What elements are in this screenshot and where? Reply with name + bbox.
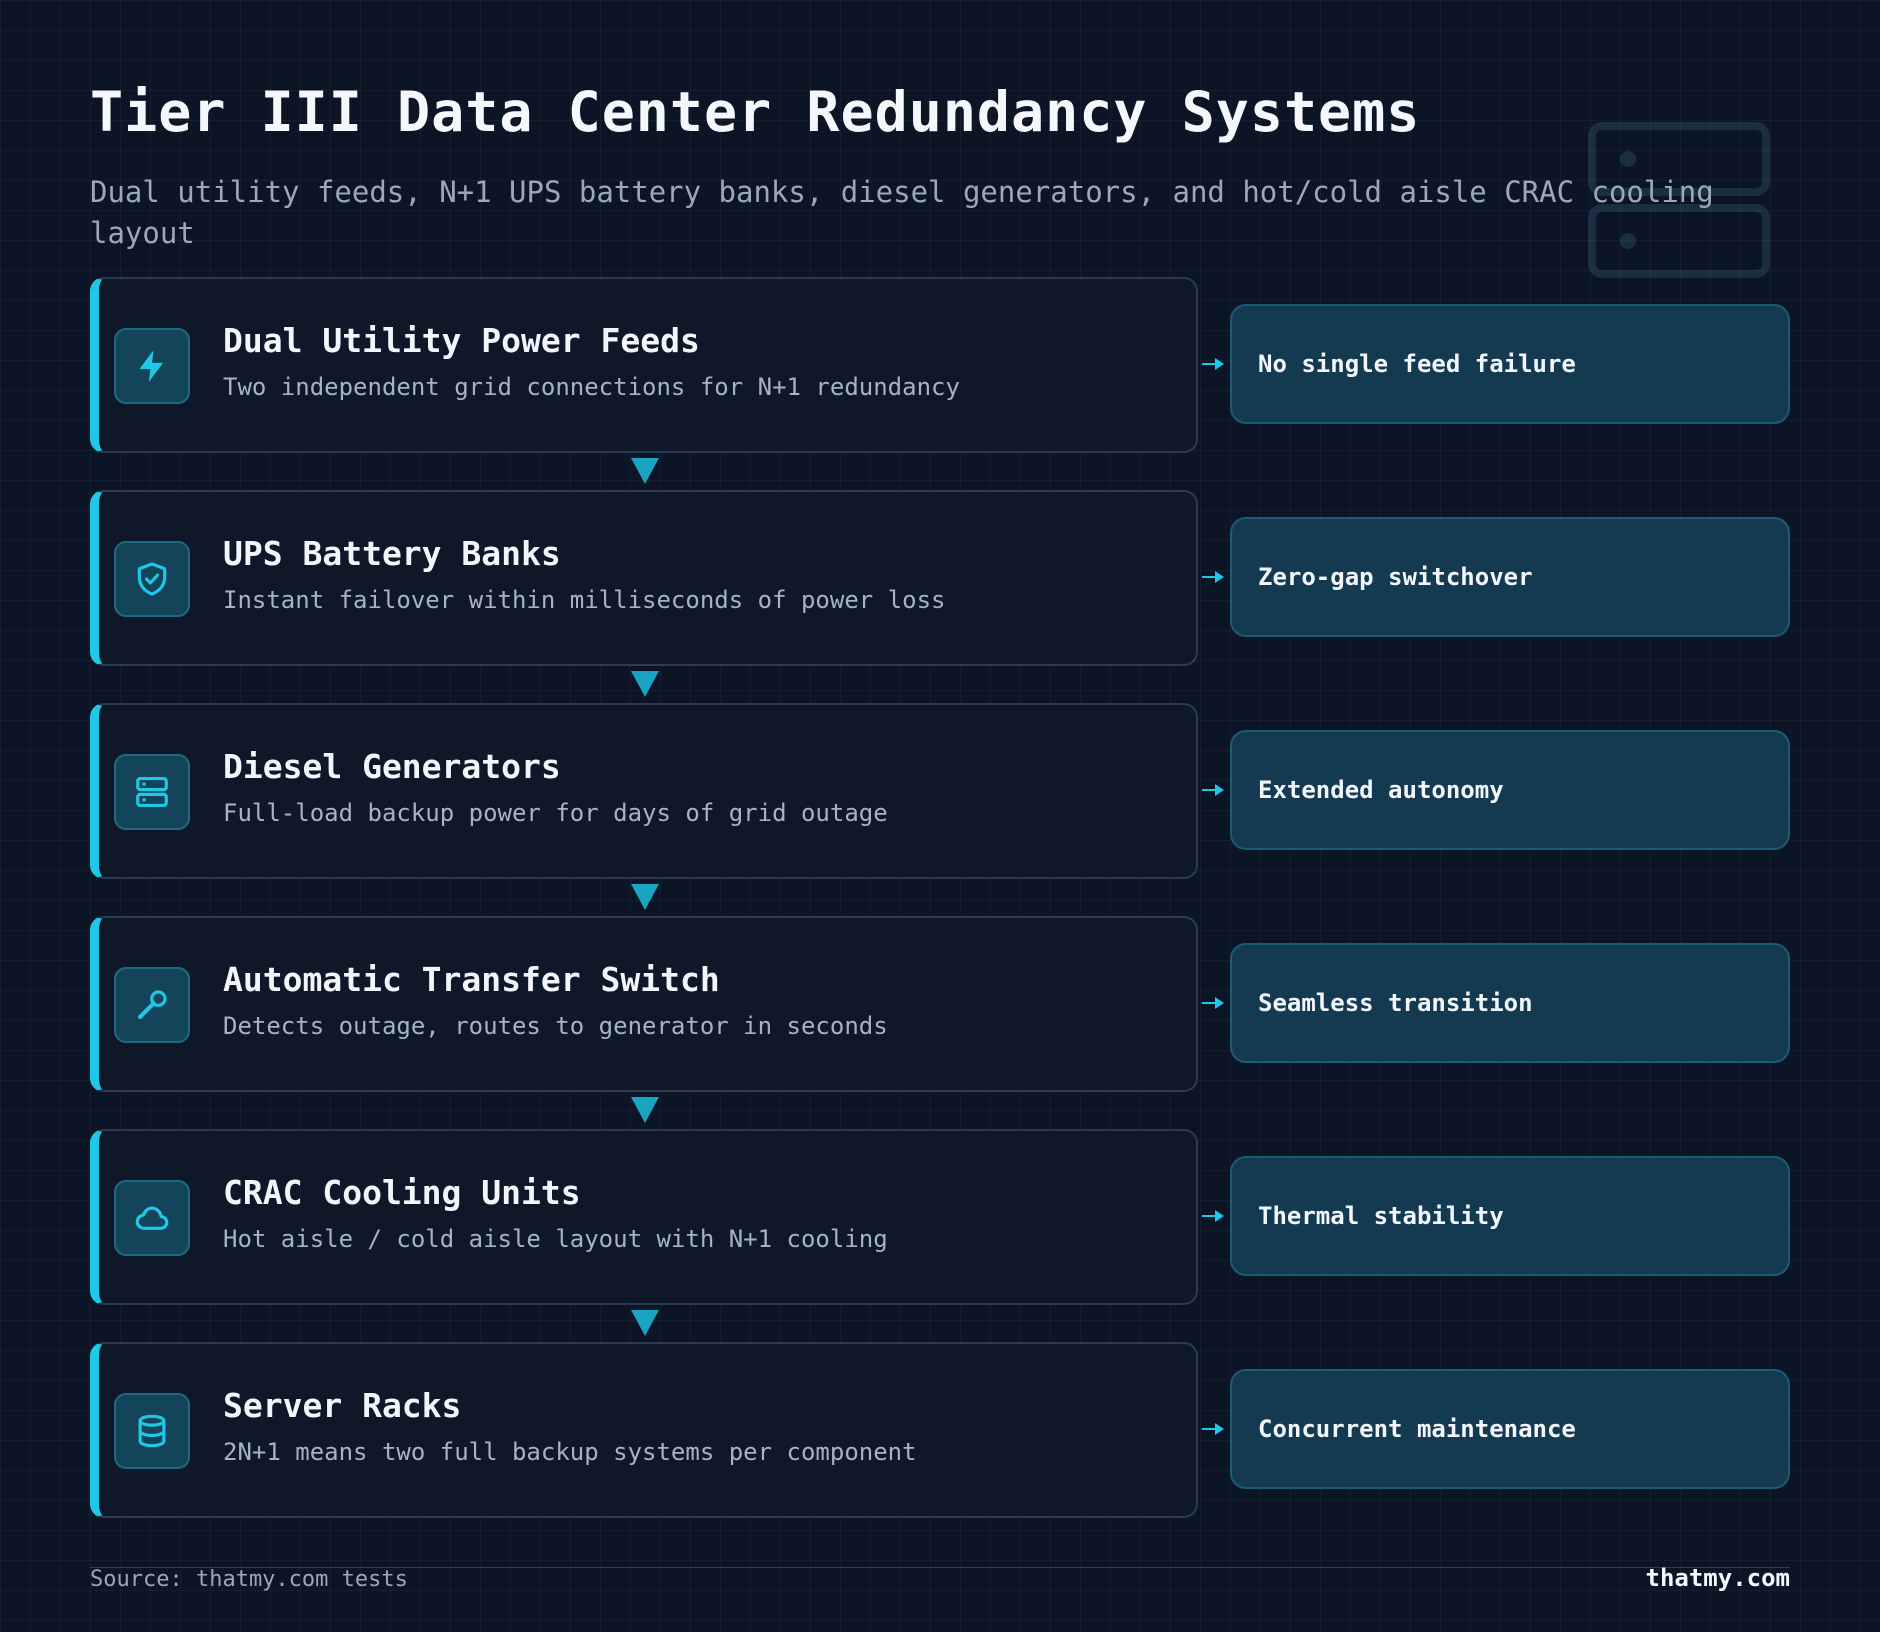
lightning-icon <box>114 328 190 404</box>
connector-arrow <box>1202 358 1224 370</box>
step-description: Instant failover within milliseconds of … <box>223 586 946 614</box>
shield-check-icon <box>114 541 190 617</box>
cloud-icon <box>114 1180 190 1256</box>
step-card-crac-cooling-units: CRAC Cooling Units Hot aisle / cold aisl… <box>90 1129 1198 1305</box>
brand-label: thatmy.com <box>1645 1564 1791 1592</box>
outcome-seamless-transition: Seamless transition <box>1230 943 1790 1063</box>
outcome-thermal-stability: Thermal stability <box>1230 1156 1790 1276</box>
down-arrow <box>631 884 659 910</box>
connector-arrow <box>1202 784 1224 796</box>
step-card-dual-utility-power-feeds: Dual Utility Power Feeds Two independent… <box>90 277 1198 453</box>
connector-arrow <box>1202 571 1224 583</box>
outcome-zero-gap-switchover: Zero-gap switchover <box>1230 517 1790 637</box>
step-description: Detects outage, routes to generator in s… <box>223 1012 888 1040</box>
page-subtitle: Dual utility feeds, N+1 UPS battery bank… <box>90 175 1714 250</box>
step-title: CRAC Cooling Units <box>223 1173 581 1212</box>
step-description: Hot aisle / cold aisle layout with N+1 c… <box>223 1225 888 1253</box>
infographic: Tier III Data Center Redundancy Systems … <box>0 0 1880 1632</box>
down-arrow <box>631 1310 659 1336</box>
step-title: Diesel Generators <box>223 747 561 786</box>
source-note: Source: thatmy.com tests <box>90 1567 408 1592</box>
step-title: UPS Battery Banks <box>223 534 561 573</box>
wrench-icon <box>114 967 190 1043</box>
connector-arrow <box>1202 1423 1224 1435</box>
down-arrow <box>631 671 659 697</box>
connector-arrow <box>1202 997 1224 1009</box>
step-description: Two independent grid connections for N+1… <box>223 373 960 401</box>
step-card-server-racks: Server Racks 2N+1 means two full backup … <box>90 1342 1198 1518</box>
step-title: Automatic Transfer Switch <box>223 960 720 999</box>
outcome-no-single-feed-failure: No single feed failure <box>1230 304 1790 424</box>
step-title: Server Racks <box>223 1386 462 1425</box>
step-card-automatic-transfer-switch: Automatic Transfer Switch Detects outage… <box>90 916 1198 1092</box>
database-icon <box>114 1393 190 1469</box>
step-description: 2N+1 means two full backup systems per c… <box>223 1438 917 1466</box>
step-card-ups-battery-banks: UPS Battery Banks Instant failover withi… <box>90 490 1198 666</box>
outcome-concurrent-maintenance: Concurrent maintenance <box>1230 1369 1790 1489</box>
server-icon <box>114 754 190 830</box>
down-arrow <box>631 458 659 484</box>
page-title: Tier III Data Center Redundancy Systems <box>90 80 1421 144</box>
down-arrow <box>631 1097 659 1123</box>
step-card-diesel-generators: Diesel Generators Full-load backup power… <box>90 703 1198 879</box>
step-description: Full-load backup power for days of grid … <box>223 799 888 827</box>
outcome-extended-autonomy: Extended autonomy <box>1230 730 1790 850</box>
step-title: Dual Utility Power Feeds <box>223 321 700 360</box>
connector-arrow <box>1202 1210 1224 1222</box>
